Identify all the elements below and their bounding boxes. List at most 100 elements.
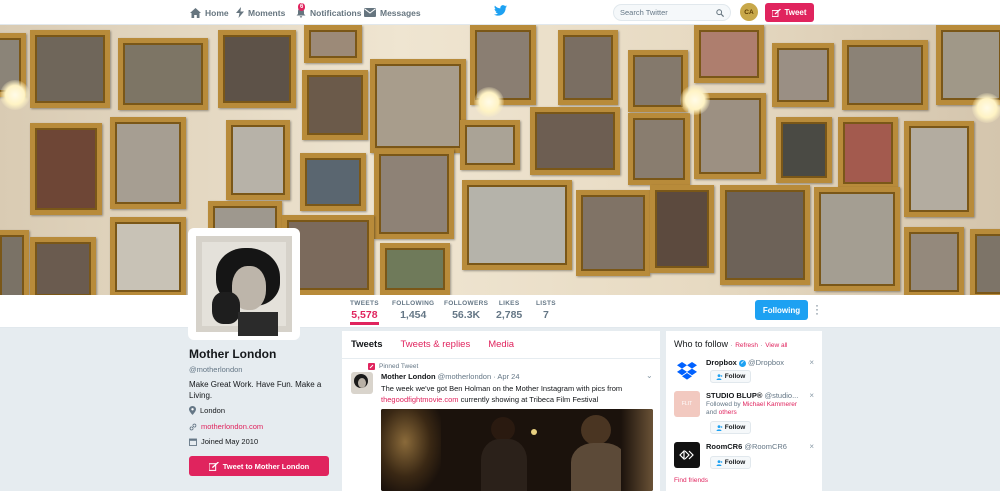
profile-name[interactable]: Mother London — [189, 347, 276, 361]
header-frame — [530, 107, 620, 175]
follow-label: Follow — [724, 373, 746, 380]
follow-button[interactable]: Follow — [710, 370, 751, 383]
dismiss-icon[interactable]: × — [809, 391, 814, 400]
tweet-to-button[interactable]: Tweet to Mother London — [189, 456, 329, 476]
verified-icon: ✓ — [738, 359, 746, 367]
stat-followers[interactable]: FOLLOWERS 56.3K — [444, 300, 488, 321]
account-avatar-initials: CA — [744, 8, 754, 16]
suggestion-name[interactable]: STUDIO BLUP® @studio... — [706, 391, 798, 400]
add-user-icon — [716, 373, 723, 380]
suggestion-name[interactable]: Dropbox ✓ @Dropbox — [706, 358, 784, 367]
nav-notifications-label: Notifications — [310, 7, 362, 18]
profile-website[interactable]: motherlondon.com — [189, 422, 263, 431]
dismiss-icon[interactable]: × — [809, 442, 814, 451]
profile-avatar-body — [238, 312, 278, 336]
header-frame — [904, 121, 974, 217]
profile-bio: Make Great Work. Have Fun. Make a Living… — [189, 380, 322, 400]
search-icon[interactable] — [716, 8, 724, 17]
header-frame — [30, 123, 102, 215]
timeline: Tweets Tweets & replies Media Pinned Twe… — [342, 331, 660, 491]
profile-avatar[interactable] — [188, 228, 300, 340]
profile-joined: Joined May 2010 — [189, 437, 258, 446]
header-frame — [110, 117, 186, 209]
tab-media[interactable]: Media — [488, 339, 514, 350]
header-frame — [226, 120, 290, 200]
home-icon — [190, 7, 201, 18]
tweet-author-name[interactable]: Mother London — [381, 372, 436, 381]
header-frame — [370, 59, 466, 153]
stat-label: LISTS — [536, 300, 556, 307]
top-navigation-bar: Home Moments 6 Notifications Messages Se… — [0, 0, 1000, 25]
twitter-bird-icon[interactable] — [494, 5, 507, 16]
compose-tweet-button[interactable]: Tweet — [765, 3, 814, 22]
profile-website-text[interactable]: motherlondon.com — [201, 422, 263, 431]
nav-home[interactable]: Home — [190, 0, 229, 25]
profile-handle: @motherlondon — [189, 365, 243, 374]
nav-messages-label: Messages — [380, 7, 421, 18]
nav-moments[interactable]: Moments — [236, 0, 285, 25]
header-frame — [380, 243, 450, 295]
find-friends-link[interactable]: Find friends — [674, 477, 708, 484]
header-frame — [628, 50, 688, 112]
tab-tweets-replies[interactable]: Tweets & replies — [401, 339, 471, 350]
suggestion-name[interactable]: RoomCR6 @RoomCR6 — [706, 442, 787, 451]
header-frame — [628, 113, 690, 185]
tweet-media-image[interactable] — [381, 409, 653, 491]
follow-label: Follow — [724, 459, 746, 466]
header-frame — [304, 25, 362, 63]
separator: · — [760, 342, 763, 349]
context-link[interactable]: others — [719, 409, 737, 416]
stat-likes[interactable]: LIKES 2,785 — [496, 300, 522, 321]
tweet-date[interactable]: · Apr 24 — [493, 372, 519, 381]
tweet-author-avatar[interactable] — [351, 372, 373, 394]
stat-label: FOLLOWING — [392, 300, 435, 307]
follow-button[interactable]: Follow — [710, 456, 751, 469]
stat-value: 5,578 — [351, 309, 378, 321]
stat-following[interactable]: FOLLOWING 1,454 — [392, 300, 434, 321]
header-frame — [110, 217, 186, 295]
chevron-down-icon[interactable]: ⌄ — [646, 371, 653, 380]
header-frame — [558, 30, 618, 105]
dismiss-icon[interactable]: × — [809, 358, 814, 367]
header-frame — [218, 30, 296, 108]
header-frame — [302, 70, 368, 140]
context-mid: and — [706, 409, 717, 416]
header-frame — [30, 30, 110, 108]
stat-lists[interactable]: LISTS 7 — [536, 300, 556, 321]
following-button[interactable]: Following — [755, 300, 808, 320]
tab-tweets[interactable]: Tweets — [351, 339, 383, 350]
view-all-link[interactable]: View all — [765, 342, 787, 349]
search-input[interactable]: Search Twitter — [613, 4, 731, 21]
bell-icon: 6 — [296, 3, 306, 18]
stat-tweets[interactable]: TWEETS 5,578 — [350, 300, 379, 325]
nav-notifications[interactable]: 6 Notifications — [296, 0, 361, 25]
refresh-link[interactable]: Refresh — [735, 342, 758, 349]
suggestion-name-text: STUDIO BLUP® — [706, 391, 763, 400]
header-frame — [0, 230, 29, 295]
suggestion-item: RoomCR6 @RoomCR6 × Follow — [674, 442, 814, 482]
tweet-text-before: The week we've got Ben Holman on the Mot… — [381, 384, 623, 393]
lightning-icon — [236, 7, 244, 18]
suggestion-handle: @studio... — [764, 391, 799, 400]
suggestion-handle: @Dropbox — [748, 358, 784, 367]
header-frame — [814, 187, 900, 291]
header-frame — [776, 117, 832, 183]
link-icon — [189, 423, 197, 430]
context-link[interactable]: Michael Kammerer — [743, 401, 798, 408]
add-user-icon — [716, 459, 723, 466]
nav-home-label: Home — [205, 7, 229, 18]
follow-button[interactable]: Follow — [710, 421, 751, 434]
studio-logo-text: FLIT — [681, 401, 693, 407]
who-to-follow-panel: Who to follow · Refresh · View all Dropb… — [666, 331, 822, 491]
account-avatar[interactable]: CA — [740, 3, 758, 21]
more-options-icon[interactable]: · · · — [815, 299, 819, 319]
header-frame — [904, 227, 964, 295]
header-frame — [374, 149, 454, 239]
header-light — [680, 85, 710, 115]
roomcr6-avatar[interactable] — [674, 442, 700, 468]
nav-messages[interactable]: Messages — [364, 0, 421, 25]
header-frame — [720, 185, 810, 285]
studio-blup-avatar[interactable]: FLIT — [674, 391, 700, 417]
tweet-link[interactable]: thegoodfightmovie.com — [381, 395, 459, 404]
dropbox-avatar[interactable] — [674, 358, 700, 384]
